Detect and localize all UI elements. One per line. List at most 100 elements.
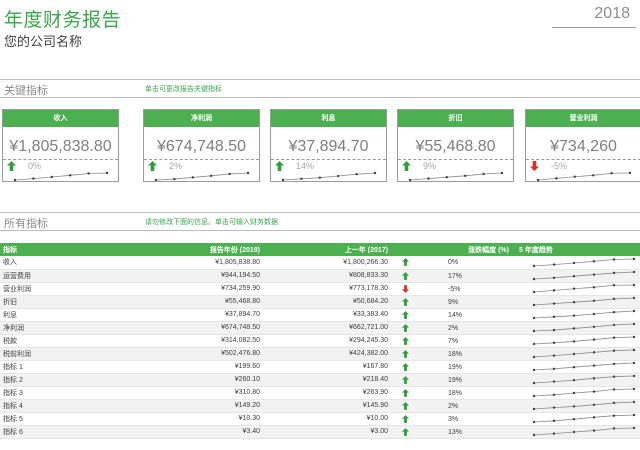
row-indicator-name[interactable]: 收入 — [0, 256, 145, 270]
row-indicator-name[interactable]: 指标 5 — [0, 412, 145, 426]
table-row[interactable]: 税前利润 ¥502,476.80 ¥424,382.00 18% — [0, 347, 640, 361]
col-header-change[interactable]: 涨跌幅度 (%) — [391, 243, 513, 256]
row-previous-value[interactable]: ¥424,382.00 — [263, 347, 391, 361]
col-header-indicator[interactable]: 指标 — [0, 243, 145, 256]
row-current-value[interactable]: ¥1,805,838.80 — [145, 256, 263, 270]
table-row[interactable]: 收入 ¥1,805,838.80 ¥1,800,266.30 0% — [0, 256, 640, 270]
kpi-card[interactable]: 收入 ¥1,805,838.80 0% — [2, 109, 119, 182]
sparkline-point — [572, 352, 576, 356]
key-indicators-note[interactable]: 单击可更改报告关键指标 — [145, 84, 222, 94]
row-current-value[interactable]: ¥260.10 — [145, 373, 263, 387]
row-current-value[interactable]: ¥502,476.80 — [145, 347, 263, 361]
indicators-table: 指标 报告年份 (2018) 上一年 (2017) 涨跌幅度 (%) 5 年度趋… — [0, 243, 640, 439]
row-current-value[interactable]: ¥944,194.50 — [145, 269, 263, 283]
table-row[interactable]: 指标 5 ¥10.30 ¥10.00 3% — [0, 412, 640, 426]
row-change: 9% — [448, 298, 459, 306]
kpi-change: 9% — [423, 161, 437, 171]
table-row[interactable]: 利息 ¥37,894.70 ¥33,383.40 14% — [0, 308, 640, 322]
row-previous-value[interactable]: ¥773,178.30 — [263, 282, 391, 296]
sparkline-point — [612, 310, 616, 314]
row-current-value[interactable]: ¥149.20 — [145, 399, 263, 413]
kpi-card[interactable]: 营业利润 ¥734,260 -5% — [525, 109, 640, 182]
table-row[interactable]: 税款 ¥314,082.50 ¥294,245.30 7% — [0, 334, 640, 348]
table-row[interactable]: 折旧 ¥55,468.80 ¥50,684.20 9% — [0, 295, 640, 309]
kpi-card[interactable]: 折旧 ¥55,468.80 9% — [397, 109, 514, 182]
arrow-up-icon — [275, 161, 284, 171]
row-previous-value[interactable]: ¥808,833.30 — [263, 269, 391, 283]
row-change: 17% — [448, 272, 463, 280]
sparkline — [532, 335, 636, 346]
row-indicator-name[interactable]: 营业利润 — [0, 282, 145, 296]
table-row[interactable]: 指标 6 ¥3.40 ¥3.00 13% — [0, 425, 640, 439]
row-previous-value[interactable]: ¥662,721.00 — [263, 321, 391, 335]
sparkline-point — [552, 432, 556, 435]
row-indicator-name[interactable]: 净利润 — [0, 321, 145, 335]
row-indicator-name[interactable]: 指标 2 — [0, 373, 145, 387]
table-row[interactable]: 净利润 ¥674,748.50 ¥662,721.00 2% — [0, 321, 640, 335]
sparkline — [532, 309, 636, 320]
sparkline-point — [632, 296, 636, 300]
sparkline-point — [592, 259, 596, 263]
kpi-card[interactable]: 净利润 ¥674,748.50 2% — [143, 109, 260, 182]
row-previous-value[interactable]: ¥10.00 — [263, 412, 391, 426]
sparkline-point — [13, 178, 17, 182]
table-row[interactable]: 营业利润 ¥734,259.90 ¥773,178.30 -5% — [0, 282, 640, 296]
row-indicator-name[interactable]: 税前利润 — [0, 347, 145, 361]
row-current-value[interactable]: ¥199.60 — [145, 360, 263, 374]
arrow-up-icon — [402, 349, 409, 358]
row-indicator-name[interactable]: 折旧 — [0, 295, 145, 309]
row-trend-cell — [513, 373, 640, 387]
sparkline-point — [572, 261, 576, 264]
kpi-divider — [144, 159, 259, 160]
row-current-value[interactable]: ¥734,259.90 — [145, 282, 263, 296]
sparkline-point — [552, 393, 556, 397]
row-indicator-name[interactable]: 运营费用 — [0, 269, 145, 283]
table-row[interactable]: 指标 2 ¥260.10 ¥218.40 19% — [0, 373, 640, 387]
table-row[interactable]: 指标 4 ¥149.20 ¥145.90 2% — [0, 399, 640, 413]
row-previous-value[interactable]: ¥263.90 — [263, 386, 391, 400]
kpi-value: ¥55,468.80 — [415, 138, 496, 155]
row-change: -5% — [448, 285, 461, 293]
row-indicator-name[interactable]: 指标 3 — [0, 386, 145, 400]
kpi-card[interactable]: 利息 ¥37,894.70 14% — [270, 109, 387, 182]
report-title: 年度财务报告 — [4, 10, 122, 31]
sparkline-line — [533, 336, 635, 345]
col-header-current-year[interactable]: 报告年份 (2018) — [145, 243, 263, 256]
sparkline-point — [337, 174, 340, 178]
col-header-previous-year[interactable]: 上一年 (2017) — [263, 243, 391, 256]
row-previous-value[interactable]: ¥145.90 — [263, 399, 391, 413]
row-previous-value[interactable]: ¥218.40 — [263, 373, 391, 387]
row-previous-value[interactable]: ¥3.00 — [263, 425, 391, 439]
row-current-value[interactable]: ¥37,894.70 — [145, 308, 263, 322]
row-previous-value[interactable]: ¥294,245.30 — [263, 334, 391, 348]
company-name[interactable]: 您的公司名称 — [4, 31, 82, 50]
sparkline-point — [573, 175, 576, 178]
table-row[interactable]: 运营费用 ¥944,194.50 ¥808,833.30 17% — [0, 269, 640, 283]
table-row[interactable]: 指标 1 ¥199.60 ¥167.80 19% — [0, 360, 640, 374]
sparkline-point — [373, 171, 377, 175]
row-previous-value[interactable]: ¥33,383.40 — [263, 308, 391, 322]
row-current-value[interactable]: ¥314,082.50 — [145, 334, 263, 348]
row-current-value[interactable]: ¥3.40 — [145, 425, 263, 439]
row-indicator-name[interactable]: 税款 — [0, 334, 145, 348]
sparkline-point — [592, 429, 596, 432]
table-row[interactable]: 指标 3 ¥310.80 ¥263.90 18% — [0, 386, 640, 400]
row-previous-value[interactable]: ¥167.80 — [263, 360, 391, 374]
sparkline-point — [572, 391, 576, 395]
sparkline-point — [592, 174, 595, 177]
row-current-value[interactable]: ¥55,468.80 — [145, 295, 263, 309]
col-header-trend[interactable]: 5 年度趋势 — [513, 243, 640, 256]
row-current-value[interactable]: ¥674,748.50 — [145, 321, 263, 335]
row-previous-value[interactable]: ¥50,684.20 — [263, 295, 391, 309]
row-indicator-name[interactable]: 指标 1 — [0, 360, 145, 374]
row-current-value[interactable]: ¥10.30 — [145, 412, 263, 426]
row-current-value[interactable]: ¥310.80 — [145, 386, 263, 400]
row-previous-value[interactable]: ¥1,800,266.30 — [263, 256, 391, 270]
row-indicator-name[interactable]: 指标 6 — [0, 425, 145, 439]
sparkline-point — [612, 388, 616, 391]
sparkline-point — [532, 381, 536, 385]
year-field[interactable]: 2018 — [552, 4, 636, 28]
row-indicator-name[interactable]: 利息 — [0, 308, 145, 322]
row-indicator-name[interactable]: 指标 4 — [0, 399, 145, 413]
sparkline-point — [532, 355, 536, 359]
